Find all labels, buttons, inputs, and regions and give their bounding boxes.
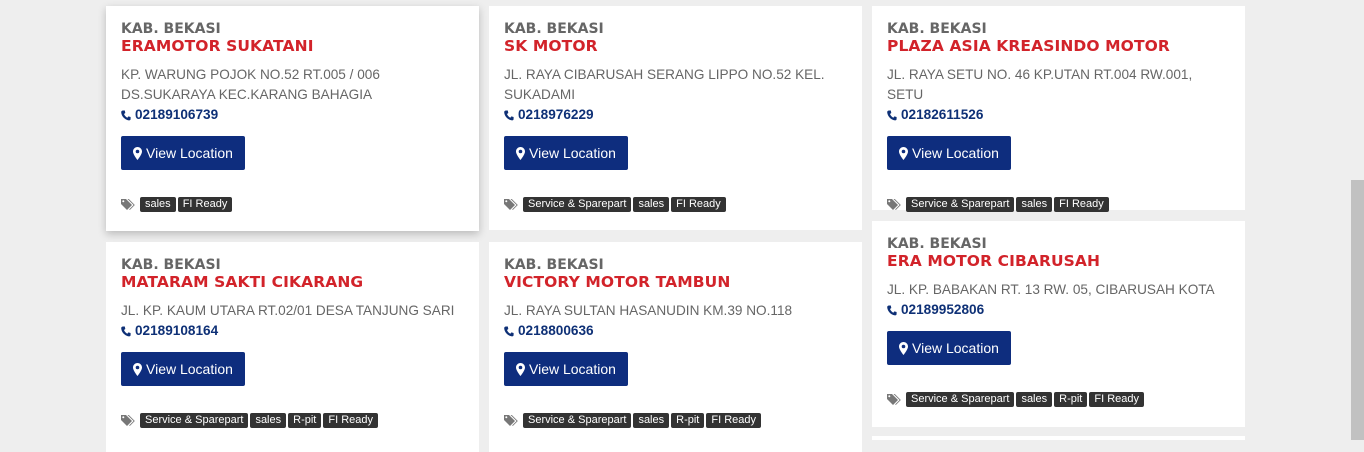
dealer-address: JL. KP. KAUM UTARA RT.02/01 DESA TANJUNG… [121, 303, 455, 318]
map-marker-icon [516, 362, 525, 376]
tags-icon [887, 393, 902, 406]
phone-number[interactable]: 02189106739 [135, 105, 218, 125]
view-location-label: View Location [146, 145, 233, 161]
dealer-name[interactable]: VICTORY MOTOR TAMBUN [504, 273, 847, 291]
tag-list: Service & Sparepart sales FI Ready [887, 197, 1230, 212]
tag[interactable]: sales [633, 197, 670, 212]
view-location-label: View Location [529, 145, 616, 161]
dealer-address: KP. WARUNG POJOK NO.52 RT.005 / 006 DS.S… [121, 67, 380, 102]
dealer-region: KAB. BEKASI [121, 21, 221, 37]
dealer-name[interactable]: MATARAM SAKTI CIKARANG [121, 273, 464, 291]
tag[interactable]: Service & Sparepart [906, 197, 1015, 212]
view-location-label: View Location [146, 361, 233, 377]
dealer-phone[interactable]: 02182611526 [887, 105, 1230, 125]
tag[interactable]: Service & Sparepart [906, 392, 1015, 407]
dealer-phone[interactable]: 0218800636 [504, 321, 847, 341]
view-location-button[interactable]: View Location [887, 331, 1011, 365]
tag[interactable]: FI Ready [323, 413, 378, 428]
phone-icon [121, 110, 131, 120]
tag-list: sales FI Ready [121, 197, 464, 212]
dealer-card [872, 436, 1245, 440]
dealer-name[interactable]: ERAMOTOR SUKATANI [121, 37, 464, 55]
dealer-card: KAB. BEKASI MATARAM SAKTI CIKARANG JL. K… [106, 242, 479, 452]
tag[interactable]: sales [1016, 392, 1053, 407]
map-marker-icon [133, 146, 142, 160]
view-location-label: View Location [529, 361, 616, 377]
phone-number[interactable]: 0218800636 [518, 321, 594, 341]
dealer-address: JL. KP. BABAKAN RT. 13 RW. 05, CIBARUSAH… [887, 282, 1215, 297]
tag[interactable]: Service & Sparepart [523, 413, 632, 428]
tag[interactable]: Service & Sparepart [140, 413, 249, 428]
view-location-button[interactable]: View Location [121, 136, 245, 170]
dealer-card: KAB. BEKASI ERA MOTOR CIBARUSAH JL. KP. … [872, 221, 1245, 427]
phone-icon [504, 110, 514, 120]
dealer-address: JL. RAYA SULTAN HASANUDIN KM.39 NO.118 [504, 303, 793, 318]
dealer-name[interactable]: ERA MOTOR CIBARUSAH [887, 252, 1230, 270]
tags-icon [121, 414, 136, 427]
dealer-region: KAB. BEKASI [121, 257, 221, 273]
dealer-card: KAB. BEKASI VICTORY MOTOR TAMBUN JL. RAY… [489, 242, 862, 452]
tag[interactable]: sales [250, 413, 287, 428]
view-location-button[interactable]: View Location [121, 352, 245, 386]
dealer-region: KAB. BEKASI [504, 21, 604, 37]
view-location-button[interactable]: View Location [887, 136, 1011, 170]
map-marker-icon [133, 362, 142, 376]
view-location-label: View Location [912, 340, 999, 356]
scrollbar-thumb[interactable] [1351, 180, 1364, 440]
map-marker-icon [516, 146, 525, 160]
dealer-phone[interactable]: 02189952806 [887, 300, 1230, 320]
dealer-region: KAB. BEKASI [887, 236, 987, 252]
dealer-phone[interactable]: 0218976229 [504, 105, 847, 125]
map-marker-icon [899, 146, 908, 160]
tag-list: Service & Sparepart sales FI Ready [504, 197, 847, 212]
tag[interactable]: R-pit [671, 413, 705, 428]
view-location-label: View Location [912, 145, 999, 161]
tag[interactable]: R-pit [1054, 392, 1088, 407]
tag-list: Service & Sparepart sales R-pit FI Ready [121, 413, 464, 428]
dealer-phone[interactable]: 02189106739 [121, 105, 464, 125]
tags-icon [504, 414, 519, 427]
dealer-region: KAB. BEKASI [887, 21, 987, 37]
dealer-card: KAB. BEKASI PLAZA ASIA KREASINDO MOTOR J… [872, 6, 1245, 212]
dealer-name[interactable]: SK MOTOR [504, 37, 847, 55]
tags-icon [504, 198, 519, 211]
tag[interactable]: sales [140, 197, 176, 212]
phone-number[interactable]: 02182611526 [901, 105, 983, 125]
dealer-phone[interactable]: 02189108164 [121, 321, 464, 341]
phone-icon [887, 305, 897, 315]
dealer-card: KAB. BEKASI ERAMOTOR SUKATANI KP. WARUNG… [106, 6, 479, 231]
tags-icon [121, 198, 136, 211]
tag[interactable]: Service & Sparepart [523, 197, 632, 212]
tag[interactable]: FI Ready [1054, 197, 1109, 212]
phone-icon [121, 326, 131, 336]
tag[interactable]: R-pit [288, 413, 322, 428]
tag[interactable]: FI Ready [706, 413, 761, 428]
dealer-address: JL. RAYA CIBARUSAH SERANG LIPPO NO.52 KE… [504, 67, 825, 102]
dealer-address: JL. RAYA SETU NO. 46 KP.UTAN RT.004 RW.0… [887, 67, 1193, 102]
dealer-card: KAB. BEKASI SK MOTOR JL. RAYA CIBARUSAH … [489, 6, 862, 230]
tag[interactable]: sales [633, 413, 670, 428]
phone-number[interactable]: 02189952806 [901, 300, 984, 320]
tag[interactable]: sales [1016, 197, 1053, 212]
phone-number[interactable]: 0218976229 [518, 105, 594, 125]
tag[interactable]: FI Ready [671, 197, 726, 212]
phone-icon [887, 110, 897, 120]
tag-list: Service & Sparepart sales R-pit FI Ready [887, 392, 1230, 407]
dealer-region: KAB. BEKASI [504, 257, 604, 273]
view-location-button[interactable]: View Location [504, 136, 628, 170]
tags-icon [887, 198, 902, 211]
view-location-button[interactable]: View Location [504, 352, 628, 386]
dealer-name[interactable]: PLAZA ASIA KREASINDO MOTOR [887, 37, 1230, 55]
phone-number[interactable]: 02189108164 [135, 321, 218, 341]
map-marker-icon [899, 341, 908, 355]
tag-list: Service & Sparepart sales R-pit FI Ready [504, 413, 847, 428]
phone-icon [504, 326, 514, 336]
tag[interactable]: FI Ready [177, 197, 233, 212]
tag[interactable]: FI Ready [1089, 392, 1144, 407]
